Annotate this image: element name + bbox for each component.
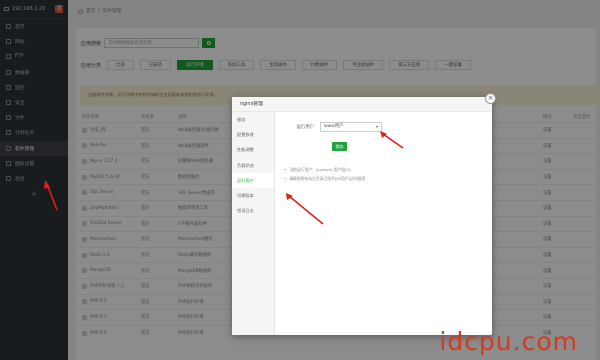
- watermark: idcpu.com: [439, 327, 578, 356]
- annotation-arrow-select: [382, 133, 404, 149]
- annotation-arrows: [44, 131, 404, 225]
- annotation-arrow-menu: [288, 195, 324, 225]
- annotation-arrow-sidebar: [46, 183, 58, 211]
